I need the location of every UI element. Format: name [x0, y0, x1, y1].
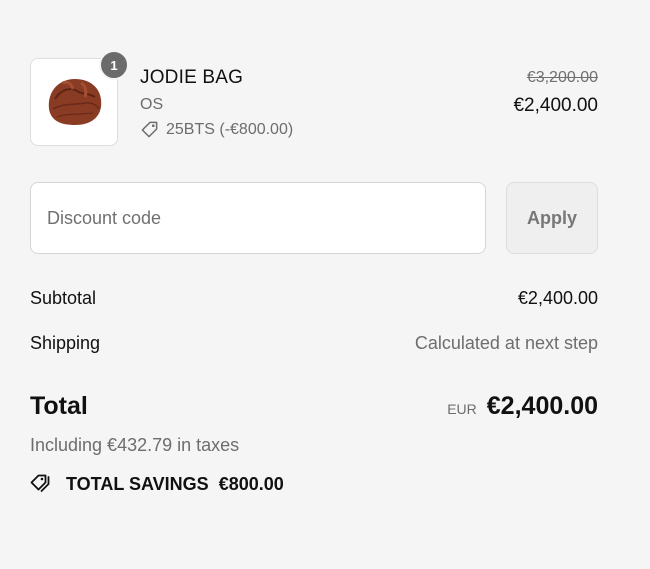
subtotal-row: Subtotal €2,400.00 — [30, 288, 598, 309]
shipping-label: Shipping — [30, 333, 101, 353]
savings-value: €800.00 — [218, 473, 284, 494]
apply-button[interactable]: Apply — [506, 182, 598, 254]
taxes-note: Including €432.79 in taxes — [30, 435, 240, 455]
quantity-badge: 1 — [99, 50, 129, 80]
shipping-value: Calculated at next step — [414, 333, 598, 353]
currency-code: EUR — [447, 401, 477, 417]
subtotal-label: Subtotal — [30, 288, 97, 308]
subtotal-value: €2,400.00 — [517, 288, 598, 308]
line-item: 1 JODIE BAG OS 25BTS (-€800.00) €3,200.0… — [30, 50, 598, 150]
sale-price: €2,400.00 — [513, 95, 598, 116]
total-row: Total EUR €2,400.00 — [30, 392, 598, 426]
original-price: €3,200.00 — [526, 69, 598, 86]
discount-form: Apply — [30, 182, 598, 254]
product-discount: 25BTS (-€800.00) — [140, 120, 293, 139]
total-value: €2,400.00 — [486, 392, 598, 420]
product-discount-text: 25BTS (-€800.00) — [166, 120, 294, 138]
tag-icon — [141, 121, 158, 138]
discount-code-input[interactable] — [30, 182, 486, 254]
product-variant: OS — [140, 96, 164, 113]
shipping-row: Shipping Calculated at next step — [30, 333, 598, 354]
total-amount-group: EUR €2,400.00 — [447, 392, 598, 421]
tags-icon — [30, 474, 50, 492]
handbag-image — [48, 79, 102, 125]
total-savings: TOTAL SAVINGS €800.00 — [30, 473, 284, 495]
total-label: Total — [30, 392, 88, 420]
product-name: JODIE BAG — [140, 67, 244, 88]
savings-label: TOTAL SAVINGS — [66, 473, 209, 494]
